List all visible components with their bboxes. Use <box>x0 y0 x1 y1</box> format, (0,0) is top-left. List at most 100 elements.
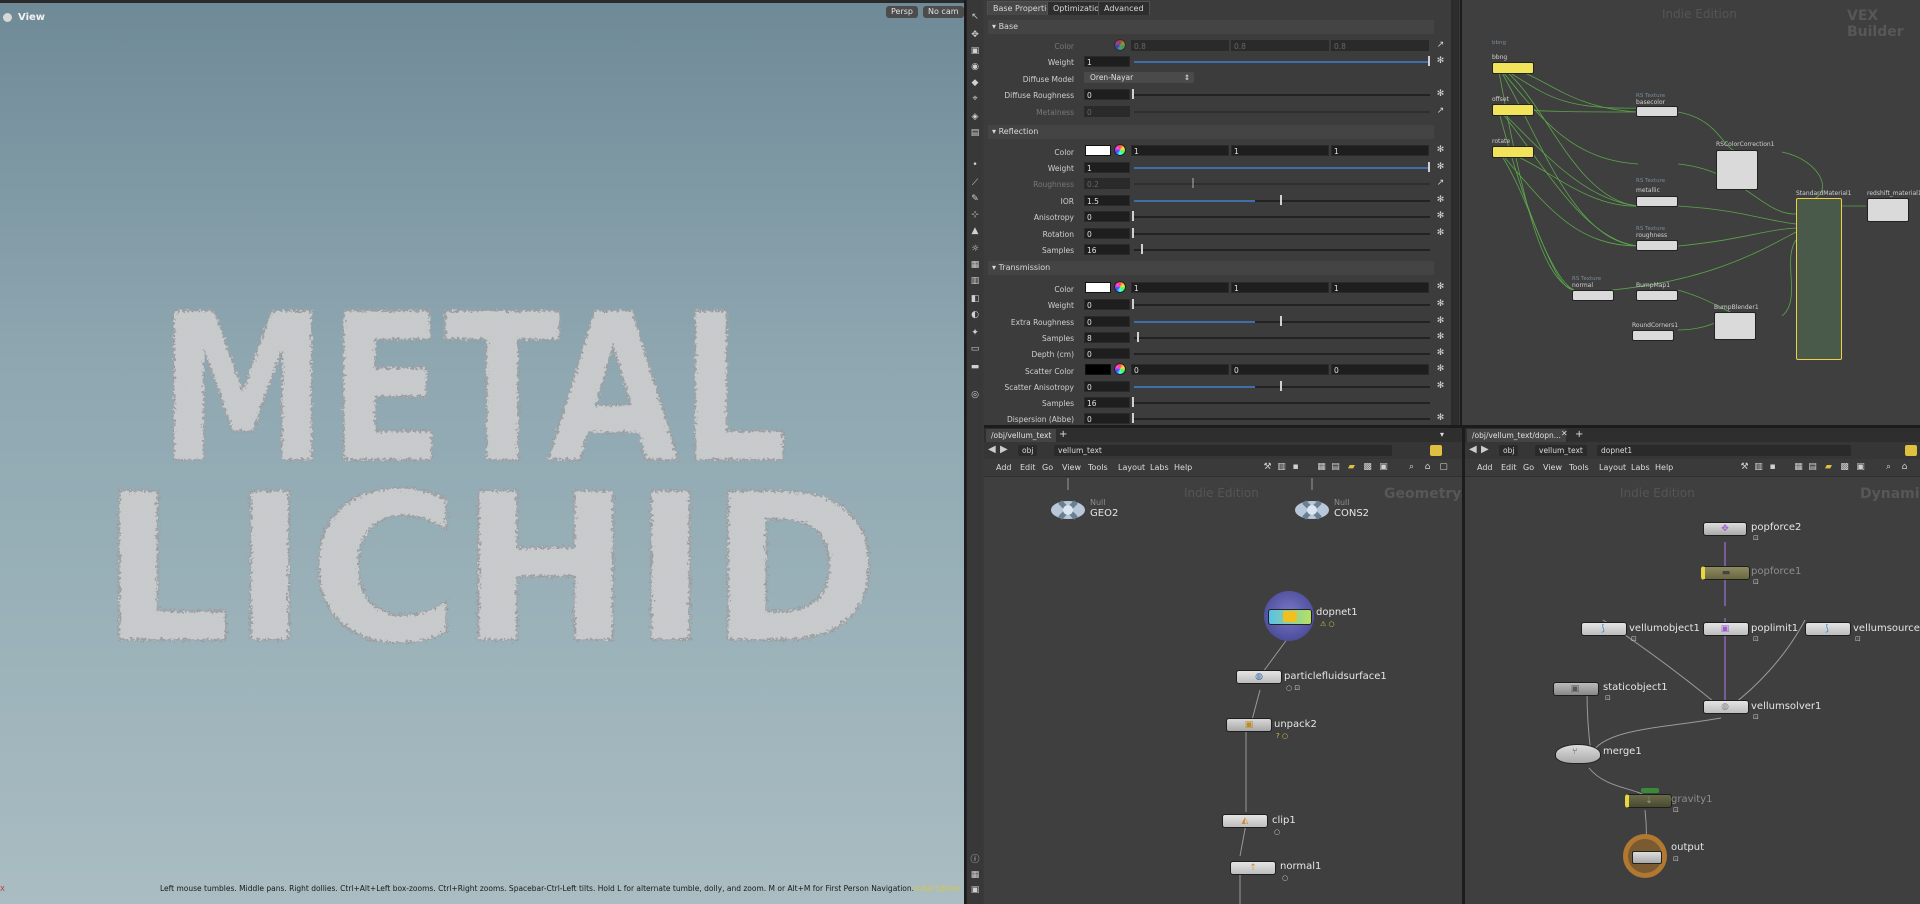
wire-tool-icon[interactable]: ▭ <box>970 344 980 354</box>
vex-node-metallic[interactable] <box>1636 196 1678 207</box>
trans-color-g[interactable]: 1 <box>1231 282 1329 293</box>
slider-knob[interactable] <box>1132 397 1134 407</box>
null-cons2-node[interactable] <box>1294 496 1330 524</box>
grid-tool-icon[interactable]: ▦ <box>970 260 980 270</box>
slider-knob[interactable] <box>1132 299 1134 309</box>
trans-samples-field[interactable]: 8 <box>1084 332 1130 343</box>
gear-icon[interactable]: ✻ <box>1436 90 1445 99</box>
refl-color-g[interactable]: 1 <box>1231 145 1329 156</box>
section-reflection[interactable]: ▾ Reflection <box>988 125 1434 139</box>
slider-knob[interactable] <box>1280 381 1282 391</box>
color-wheel-icon[interactable] <box>1114 281 1126 293</box>
popforce1-node-bypassed[interactable]: ▬ <box>1701 566 1750 580</box>
refl-roughness-slider[interactable] <box>1134 183 1430 185</box>
trans-weight-slider[interactable] <box>1134 304 1430 306</box>
render-tool-icon[interactable]: ◧ <box>970 294 980 304</box>
refl-samples-field[interactable]: 16 <box>1084 244 1130 255</box>
scatter-color-b[interactable]: 0 <box>1331 364 1429 375</box>
gear-icon[interactable]: ✻ <box>1436 196 1445 205</box>
refl-color-r[interactable]: 1 <box>1131 145 1229 156</box>
lock-icon[interactable]: ▣ <box>970 46 980 56</box>
snapshot-icon[interactable]: ▣ <box>970 885 980 895</box>
channel-icon[interactable]: ↗ <box>1436 41 1445 50</box>
rotation-field[interactable]: 0 <box>1084 228 1130 239</box>
refl-weight-field[interactable]: 1 <box>1084 162 1130 173</box>
merge1-node[interactable]: ⑂ <box>1555 744 1601 764</box>
depth-slider[interactable] <box>1134 353 1430 355</box>
base-weight-field[interactable]: 1 <box>1084 56 1130 67</box>
vellumsolver1-node[interactable]: ◍ <box>1703 700 1749 714</box>
ior-slider[interactable] <box>1134 200 1430 202</box>
depth-field[interactable]: 0 <box>1084 348 1130 359</box>
vex-node-normal[interactable] <box>1572 290 1614 301</box>
gear-icon[interactable]: ✻ <box>1436 146 1445 155</box>
scatter-color-swatch[interactable] <box>1085 364 1111 375</box>
scene-viewport[interactable]: View Persp No cam METAL LICHID X Left mo… <box>0 0 964 904</box>
vex-node-offset[interactable] <box>1492 104 1534 116</box>
scatter-color-g[interactable]: 0 <box>1231 364 1329 375</box>
paint-tool-icon[interactable]: ▲ <box>970 226 980 236</box>
trans-color-r[interactable]: 1 <box>1131 282 1229 293</box>
ior-field[interactable]: 1.5 <box>1084 195 1130 206</box>
base-color-r[interactable]: 0.8 <box>1131 40 1229 51</box>
gear-icon[interactable]: ✻ <box>1436 212 1445 221</box>
rotation-slider[interactable] <box>1134 233 1430 235</box>
gravity1-node-bypassed[interactable]: ⇣ <box>1625 794 1672 808</box>
dop-network-editor[interactable]: /obj/vellum_text/dopn... ✕ + ◀ ▶ obj vel… <box>1465 428 1920 904</box>
slider-knob[interactable] <box>1428 162 1430 172</box>
vellumsource1-node[interactable]: ⟆ <box>1805 622 1851 636</box>
pane-divider[interactable] <box>1460 0 1462 425</box>
dispersion-slider[interactable] <box>1134 418 1430 420</box>
refl-color-b[interactable]: 1 <box>1331 145 1429 156</box>
display-tool-icon[interactable]: ▥ <box>970 276 980 286</box>
pin-icon[interactable]: ◉ <box>970 62 980 72</box>
handle-icon[interactable]: ⌖ <box>970 94 980 104</box>
gear-icon[interactable]: ✻ <box>1436 300 1445 309</box>
refl-color-swatch[interactable] <box>1085 145 1111 156</box>
gear-icon[interactable]: ✻ <box>1436 163 1445 172</box>
slider-knob[interactable] <box>1192 178 1194 188</box>
gear-icon[interactable]: ✻ <box>1436 57 1445 66</box>
output-node[interactable] <box>1632 851 1662 864</box>
vex-node-redshift-material1[interactable] <box>1867 198 1909 222</box>
null-geo2-node[interactable] <box>1050 496 1086 524</box>
parameter-scrollbar[interactable] <box>1451 0 1459 425</box>
trans-samples-slider[interactable] <box>1134 337 1430 339</box>
pane-divider[interactable] <box>984 425 1920 428</box>
vex-node-roughness[interactable] <box>1636 240 1678 251</box>
transform-tool-icon[interactable]: ✥ <box>970 30 980 40</box>
samples2-field[interactable]: 16 <box>1084 397 1130 408</box>
dot-tool-icon[interactable]: • <box>970 160 980 170</box>
dopnet1-node[interactable] <box>1268 609 1312 625</box>
pen-tool-icon[interactable]: ✎ <box>970 194 980 204</box>
slider-knob[interactable] <box>1132 228 1134 238</box>
anisotropy-slider[interactable] <box>1134 216 1430 218</box>
scene-tool-icon[interactable]: ▬ <box>970 362 980 372</box>
brush-tool-icon[interactable]: ⟋ <box>970 178 980 188</box>
base-color-b[interactable]: 0.8 <box>1331 40 1429 51</box>
gear-icon[interactable]: ✻ <box>1436 349 1445 358</box>
gear-icon[interactable]: ✻ <box>1436 333 1445 342</box>
gear-icon[interactable]: ✻ <box>1436 317 1445 326</box>
section-transmission[interactable]: ▾ Transmission <box>988 261 1434 275</box>
layout-icon[interactable]: ▦ <box>970 870 980 880</box>
refl-roughness-field[interactable]: 0.2 <box>1084 178 1130 189</box>
measure-tool-icon[interactable]: ⊹ <box>970 210 980 220</box>
base-color-g[interactable]: 0.8 <box>1231 40 1329 51</box>
vellumobject1-node[interactable]: ⟆ <box>1581 622 1627 636</box>
unpack2-node[interactable]: ▣ <box>1226 718 1272 732</box>
slider-knob[interactable] <box>1280 195 1282 205</box>
vex-network-editor[interactable]: Indie Edition VEX Builder bbng bbng offs… <box>1462 0 1920 425</box>
select-tool-icon[interactable]: ↖ <box>970 12 980 22</box>
color-wheel-icon[interactable] <box>1114 363 1126 375</box>
tab-advanced[interactable]: Advanced <box>1098 1 1150 15</box>
vex-node-standardmaterial1[interactable] <box>1796 198 1842 360</box>
help-icon[interactable]: ⓘ <box>970 855 980 865</box>
view-tool-icon[interactable]: ◈ <box>970 112 980 122</box>
output-node-ring[interactable] <box>1623 834 1667 878</box>
color-wheel-icon[interactable] <box>1114 39 1126 51</box>
light-tool-icon[interactable]: ☼ <box>970 244 980 254</box>
clip1-node[interactable]: ◭ <box>1222 814 1268 828</box>
shading-tool-icon[interactable]: ◐ <box>970 310 980 320</box>
slider-knob[interactable] <box>1428 56 1430 66</box>
